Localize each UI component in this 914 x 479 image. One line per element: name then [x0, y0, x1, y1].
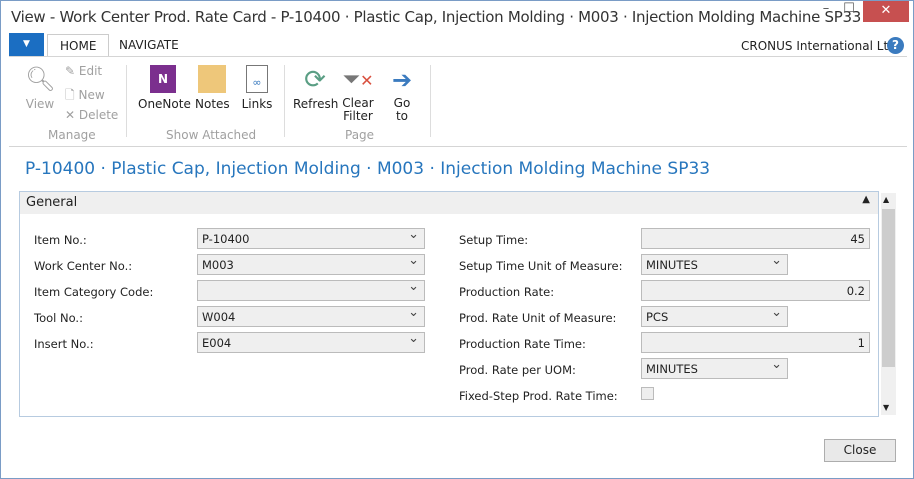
scroll-down-icon[interactable]: ▼ — [883, 403, 889, 412]
field-input[interactable]: W004 — [197, 305, 425, 327]
general-panel — [19, 191, 879, 417]
edit-button[interactable]: ✎ Edit — [65, 64, 102, 78]
go-to-button[interactable]: ➔ Go to — [387, 65, 417, 123]
divider — [284, 65, 285, 137]
field-input[interactable]: 45 — [641, 228, 870, 249]
new-button[interactable]: 🗋 New — [65, 86, 105, 107]
pencil-icon: ✎ — [65, 64, 76, 78]
clear-filter-button[interactable]: ⏷✕ Clear Filter — [341, 65, 375, 123]
scroll-up-icon[interactable]: ▲ — [883, 195, 889, 204]
general-header[interactable]: General ▲ — [20, 192, 878, 214]
field-input[interactable] — [197, 279, 425, 301]
field-label: Prod. Rate per UOM: — [459, 363, 576, 377]
field-label: Item No.: — [34, 233, 87, 247]
arrow-right-icon: ➔ — [391, 66, 413, 94]
view-button[interactable]: 🔍︎ View — [25, 65, 55, 111]
field-label: Production Rate Time: — [459, 337, 586, 351]
field-label: Setup Time Unit of Measure: — [459, 259, 623, 273]
field-dropdown[interactable]: MINUTES — [641, 253, 788, 275]
notes-button[interactable]: Notes — [195, 65, 230, 111]
field-dropdown[interactable]: MINUTES — [641, 357, 788, 379]
collapse-icon: ▲ — [862, 194, 870, 205]
links-icon: ∞ — [246, 65, 268, 93]
company-name: CRONUS International Ltd. — [741, 39, 900, 53]
onenote-button[interactable]: N OneNote — [138, 65, 191, 111]
fixed-step-checkbox[interactable] — [641, 387, 654, 400]
delete-icon: ✕ — [65, 108, 76, 122]
scrollbar-thumb[interactable] — [882, 209, 895, 367]
refresh-button[interactable]: ⟳ Refresh — [293, 65, 338, 111]
view-icon: 🔍︎ — [25, 65, 56, 93]
field-input[interactable]: 1 — [641, 332, 870, 353]
divider — [126, 65, 127, 137]
field-label: Setup Time: — [459, 233, 529, 247]
window-title: View - Work Center Prod. Rate Card - P-1… — [11, 8, 861, 26]
clear-filter-icon: ⏷✕ — [342, 67, 374, 92]
field-input[interactable]: P-10400 — [197, 227, 425, 249]
divider — [430, 65, 431, 137]
field-dropdown[interactable]: PCS — [641, 305, 788, 327]
help-icon[interactable]: ? — [887, 37, 904, 54]
field-label: Production Rate: — [459, 285, 555, 299]
delete-button[interactable]: ✕ Delete — [65, 108, 118, 122]
maximize-button[interactable]: ☐ — [839, 1, 859, 22]
page-title: P-10400 · Plastic Cap, Injection Molding… — [25, 159, 711, 179]
refresh-icon: ⟳ — [304, 65, 326, 95]
field-input[interactable]: E004 — [197, 331, 425, 353]
onenote-icon: N — [150, 65, 176, 93]
field-input[interactable]: 0.2 — [641, 280, 870, 301]
close-button[interactable]: Close — [824, 439, 896, 462]
field-label: Work Center No.: — [34, 259, 133, 273]
tab-navigate[interactable]: NAVIGATE — [107, 34, 191, 57]
field-label: Insert No.: — [34, 337, 94, 351]
app-menu-button[interactable]: ▼ — [9, 33, 44, 56]
links-button[interactable]: ∞ Links — [241, 65, 273, 111]
field-label: Tool No.: — [34, 311, 83, 325]
field-input[interactable]: M003 — [197, 253, 425, 275]
group-manage: Manage — [48, 128, 96, 142]
field-label: Fixed-Step Prod. Rate Time: — [459, 389, 618, 403]
minimize-button[interactable]: – — [816, 1, 836, 22]
notes-icon — [198, 65, 226, 93]
field-label: Prod. Rate Unit of Measure: — [459, 311, 617, 325]
tab-home[interactable]: HOME — [47, 34, 110, 57]
new-document-icon: 🗋 — [65, 88, 75, 102]
group-page: Page — [345, 128, 375, 142]
field-label: Item Category Code: — [34, 285, 154, 299]
close-window-button[interactable]: ✕ — [863, 1, 909, 22]
group-show-attached: Show Attached — [166, 128, 257, 142]
